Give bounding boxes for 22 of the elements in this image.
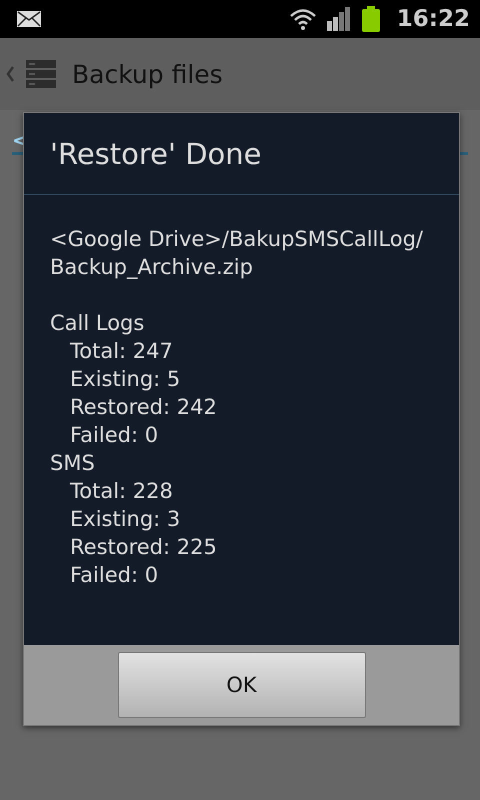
dialog-title: 'Restore' Done: [24, 113, 459, 195]
file-path: <Google Drive>/BakupSMSCallLog/: [50, 226, 423, 253]
section-title: SMS: [50, 450, 95, 477]
battery-icon: [360, 6, 381, 32]
chevron-icon[interactable]: [6, 66, 14, 82]
stat-line: Total: 228: [70, 478, 173, 505]
storage-icon: [26, 60, 56, 88]
file-path: Backup_Archive.zip: [50, 254, 253, 281]
stat-line: Restored: 225: [70, 534, 217, 561]
stat-line: Total: 247: [70, 338, 173, 365]
section-title: Call Logs: [50, 310, 144, 337]
stat-line: Existing: 5: [70, 366, 180, 393]
app-title: Backup files: [72, 60, 223, 88]
wifi-icon: [288, 7, 317, 31]
stat-line: Failed: 0: [70, 562, 158, 589]
stat-line: Failed: 0: [70, 422, 158, 449]
signal-icon: [326, 7, 351, 31]
stat-line: Existing: 3: [70, 506, 180, 533]
stat-line: Restored: 242: [70, 394, 217, 421]
mail-icon: [17, 11, 41, 27]
ok-button[interactable]: OK: [118, 652, 366, 718]
clock: 16:22: [396, 6, 470, 32]
